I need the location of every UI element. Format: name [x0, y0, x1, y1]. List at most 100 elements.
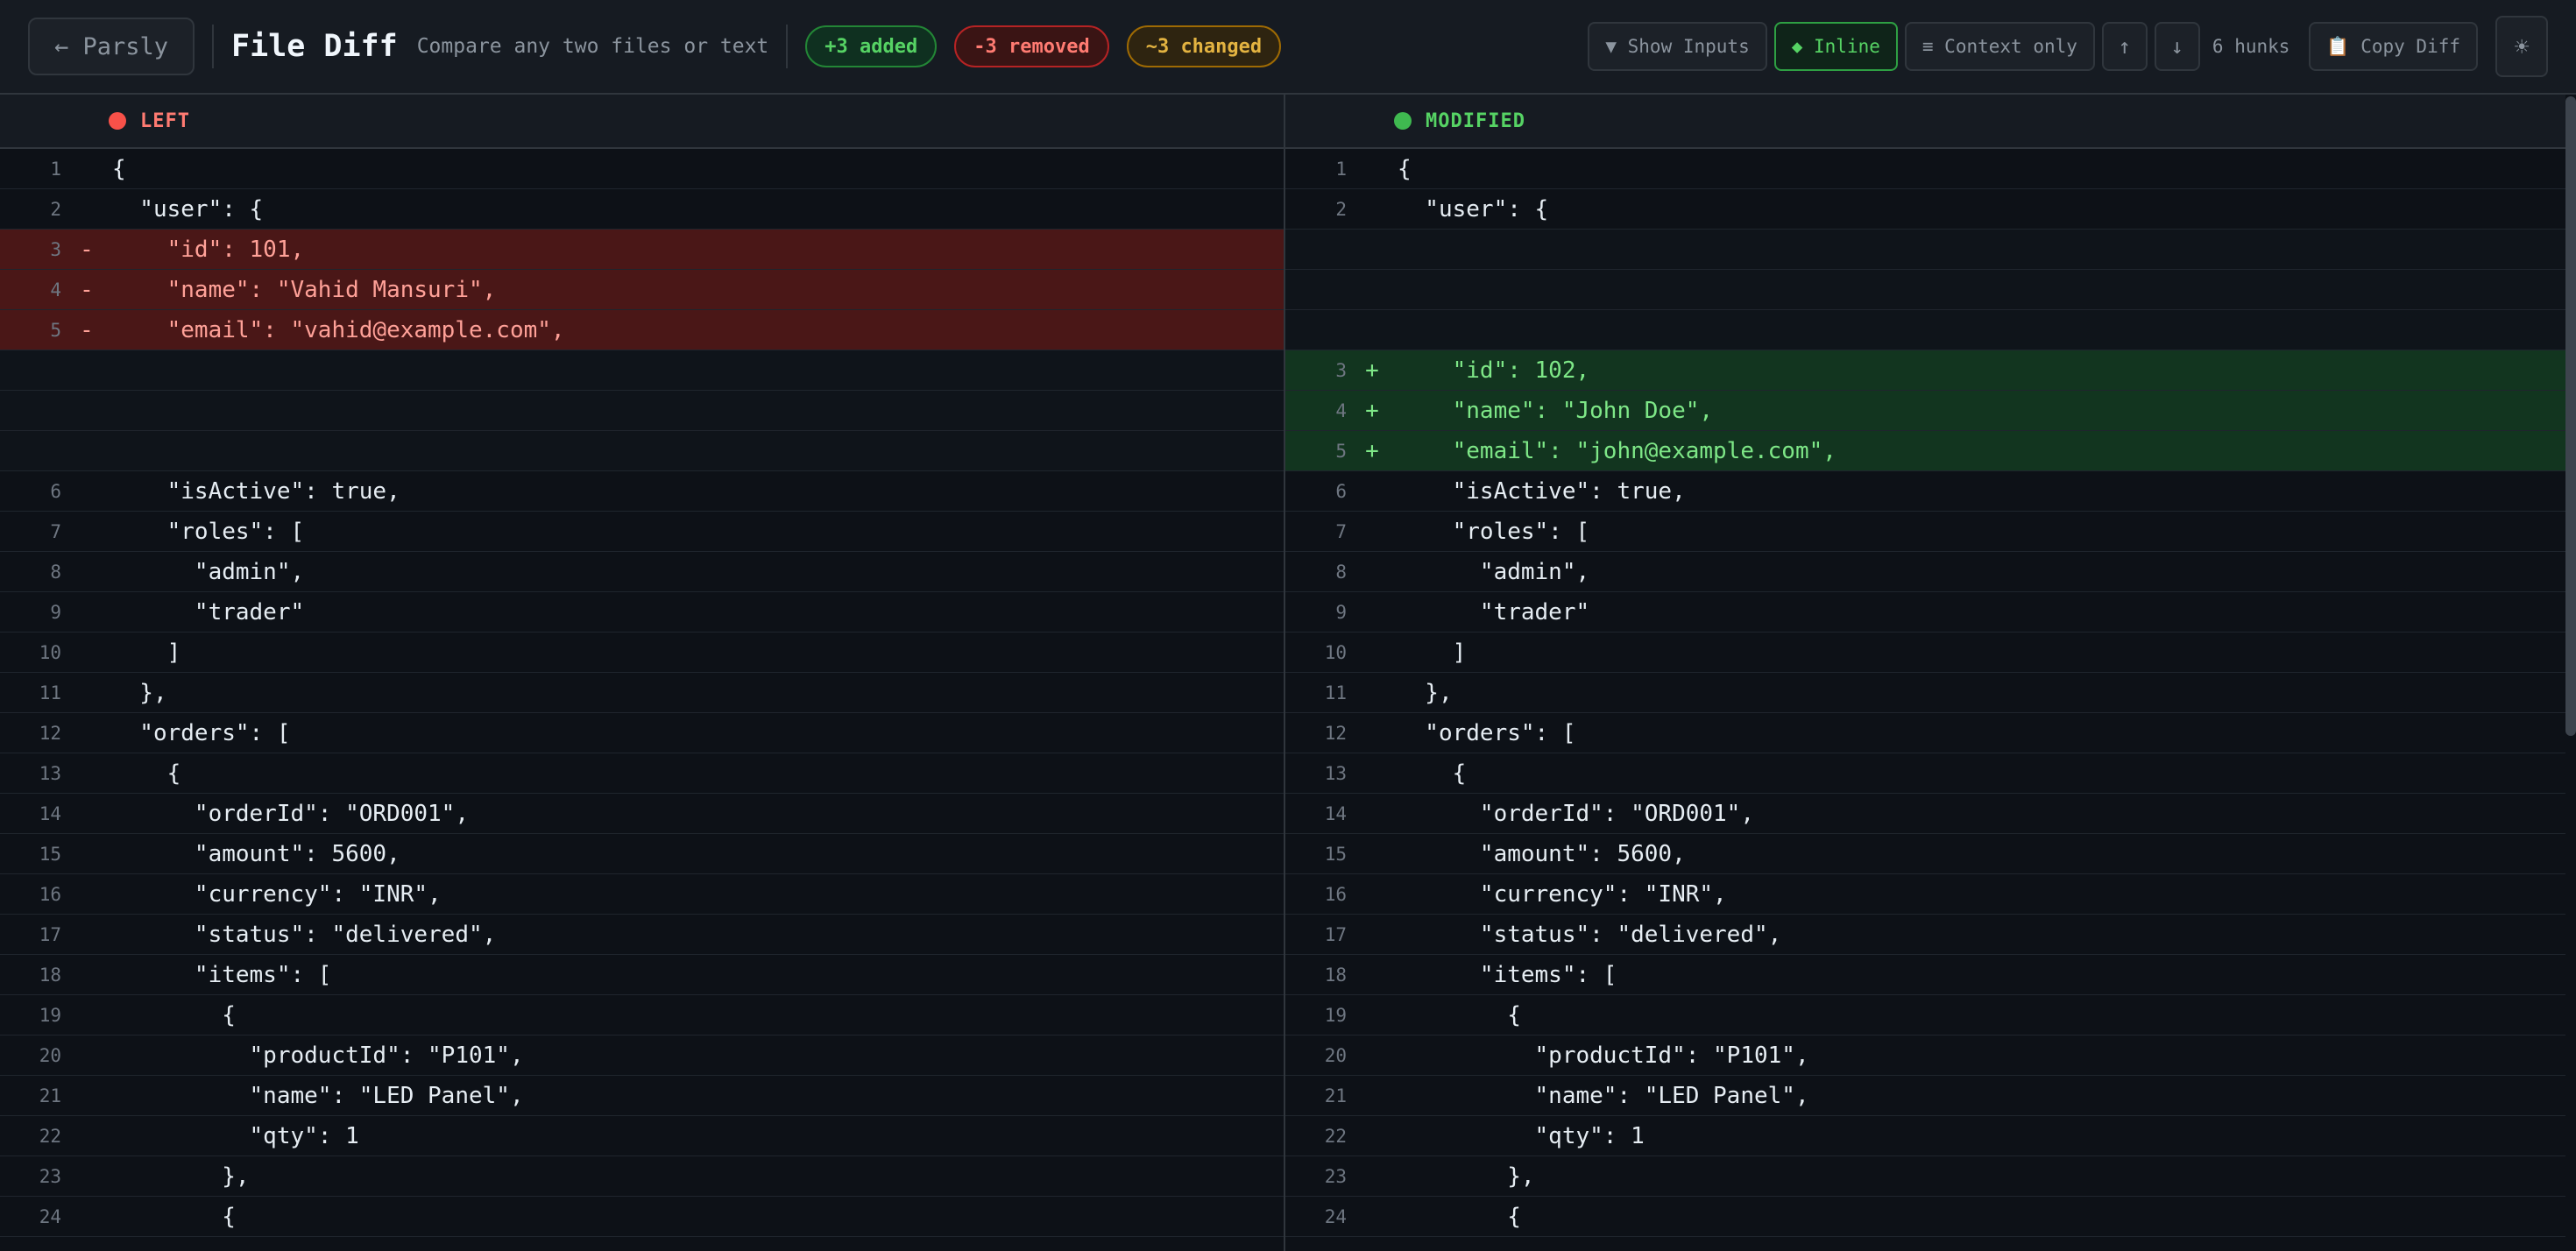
line-number: 21: [39, 1085, 61, 1106]
diff-line-row: 18 "items": [: [1285, 955, 2565, 995]
diff-line-row: 1{: [0, 149, 1284, 189]
right-indicator-dot: [1394, 112, 1412, 130]
code-text: "items": [: [112, 961, 332, 988]
diff-line-row: 10 ]: [0, 633, 1284, 673]
line-number: 2: [1335, 198, 1347, 220]
code-text: "email": "vahid@example.com",: [112, 316, 565, 343]
line-number: 20: [39, 1044, 61, 1066]
code-text: "status": "delivered",: [112, 921, 497, 948]
diff-line-row: 6 "isActive": true,: [0, 471, 1284, 512]
back-button[interactable]: ← Parsly: [28, 18, 195, 75]
prev-hunk-button[interactable]: ↑: [2101, 22, 2148, 71]
inline-toggle-button[interactable]: ◆ Inline: [1773, 22, 1898, 71]
diff-line-row: [1285, 270, 2565, 310]
context-only-button[interactable]: ≡ Context only: [1904, 22, 2095, 71]
diff-line-row: 3- "id": 101,: [0, 230, 1284, 270]
theme-toggle-button[interactable]: ☀: [2495, 16, 2548, 77]
line-number: 6: [50, 480, 61, 502]
line-number: 23: [1324, 1165, 1347, 1187]
right-diff-pane[interactable]: 1{2 "user": {3 + "id": 102, 4 + "name": "Jo…: [1284, 149, 2565, 1251]
code-text: "admin",: [112, 558, 305, 585]
line-number: 6: [1335, 480, 1347, 502]
diff-line-row: 6 "isActive": true,: [1285, 471, 2565, 512]
code-text: "name": "Vahid Mansuri",: [112, 276, 497, 303]
left-indicator-dot: [109, 112, 126, 130]
code-text: "productId": "P101",: [112, 1042, 524, 1069]
diff-line-row: 1{: [1285, 149, 2565, 189]
added-count-badge: +3 added: [805, 25, 938, 67]
vertical-scrollbar[interactable]: [2565, 96, 2576, 736]
copy-diff-button[interactable]: 📋 Copy Diff: [2309, 22, 2478, 71]
diff-line-row: 11 },: [0, 673, 1284, 713]
line-number: 9: [50, 601, 61, 623]
line-number: 11: [39, 682, 61, 703]
line-number: 13: [1324, 762, 1347, 784]
code-text: {: [1398, 760, 1467, 787]
diff-line-row: 22 "qty": 1: [0, 1116, 1284, 1156]
code-text: "isActive": true,: [1398, 477, 1686, 505]
next-hunk-button[interactable]: ↓: [2154, 22, 2200, 71]
diff-line-row: 9 "trader": [0, 592, 1284, 633]
line-number: 7: [50, 520, 61, 542]
diff-line-row: 5- "email": "vahid@example.com",: [0, 310, 1284, 350]
code-text: "amount": 5600,: [1398, 840, 1686, 867]
diff-line-row: 24 {: [0, 1197, 1284, 1237]
code-text: ]: [1398, 639, 1467, 666]
diff-line-row: 16 "currency": "INR",: [0, 874, 1284, 915]
right-pane-header: MODIFIED: [1284, 95, 2565, 149]
line-number: 9: [1335, 601, 1347, 623]
line-number: 11: [1324, 682, 1347, 703]
code-text: {: [112, 1203, 236, 1230]
diff-line-row: 15 "amount": 5600,: [1285, 834, 2565, 874]
code-text: },: [1398, 1163, 1535, 1190]
code-text: "qty": 1: [1398, 1122, 1645, 1149]
diff-line-row: 11 },: [1285, 673, 2565, 713]
line-number: 10: [1324, 641, 1347, 663]
line-number: 22: [39, 1125, 61, 1147]
diff-line-row: 8 "admin",: [0, 552, 1284, 592]
code-text: {: [112, 1001, 236, 1028]
diff-line-row: [0, 431, 1284, 471]
right-pane-label: MODIFIED: [1426, 110, 1525, 132]
code-text: "items": [: [1398, 961, 1617, 988]
line-number: 14: [39, 802, 61, 824]
diff-line-row: 14 "orderId": "ORD001",: [1285, 794, 2565, 834]
code-text: "name": "LED Panel",: [112, 1082, 524, 1109]
line-number: 13: [39, 762, 61, 784]
diff-marker: -: [80, 316, 94, 343]
line-number: 2: [50, 198, 61, 220]
code-text: "orders": [: [1398, 719, 1576, 746]
diff-line-row: 10 ]: [1285, 633, 2565, 673]
show-inputs-button[interactable]: ▼ Show Inputs: [1588, 22, 1767, 71]
code-text: "currency": "INR",: [1398, 880, 1727, 908]
code-text: "id": 102,: [1398, 357, 1590, 384]
page-subtitle: Compare any two files or text: [416, 35, 769, 58]
line-number: 18: [39, 964, 61, 986]
line-number: 16: [39, 883, 61, 905]
toolbar-header: ← Parsly File Diff Compare any two files…: [0, 0, 2576, 95]
diff-line-row: 14 "orderId": "ORD001",: [0, 794, 1284, 834]
left-pane-header: LEFT: [0, 95, 1284, 149]
diff-line-row: 16 "currency": "INR",: [1285, 874, 2565, 915]
code-text: "trader": [112, 598, 305, 626]
code-text: "status": "delivered",: [1398, 921, 1782, 948]
left-diff-pane[interactable]: 1{2 "user": {3- "id": 101, 4- "name": "Va…: [0, 149, 1284, 1251]
code-text: "admin",: [1398, 558, 1590, 585]
code-text: {: [1398, 155, 1412, 182]
diff-line-row: 12 "orders": [: [0, 713, 1284, 753]
diff-marker: +: [1365, 397, 1379, 424]
diff-line-row: 4- "name": "Vahid Mansuri",: [0, 270, 1284, 310]
diff-line-row: 2 "user": {: [1285, 189, 2565, 230]
code-text: "productId": "P101",: [1398, 1042, 1809, 1069]
line-number: 5: [50, 319, 61, 341]
diff-line-row: 21 "name": "LED Panel",: [0, 1076, 1284, 1116]
diff-line-row: [0, 350, 1284, 391]
diff-line-row: 5 + "email": "john@example.com",: [1285, 431, 2565, 471]
diff-marker: -: [80, 276, 94, 303]
line-number: 3: [1335, 359, 1347, 381]
diff-line-row: 21 "name": "LED Panel",: [1285, 1076, 2565, 1116]
code-text: "user": {: [1398, 195, 1549, 223]
code-text: },: [112, 679, 167, 706]
diff-line-row: 8 "admin",: [1285, 552, 2565, 592]
code-text: },: [112, 1163, 250, 1190]
